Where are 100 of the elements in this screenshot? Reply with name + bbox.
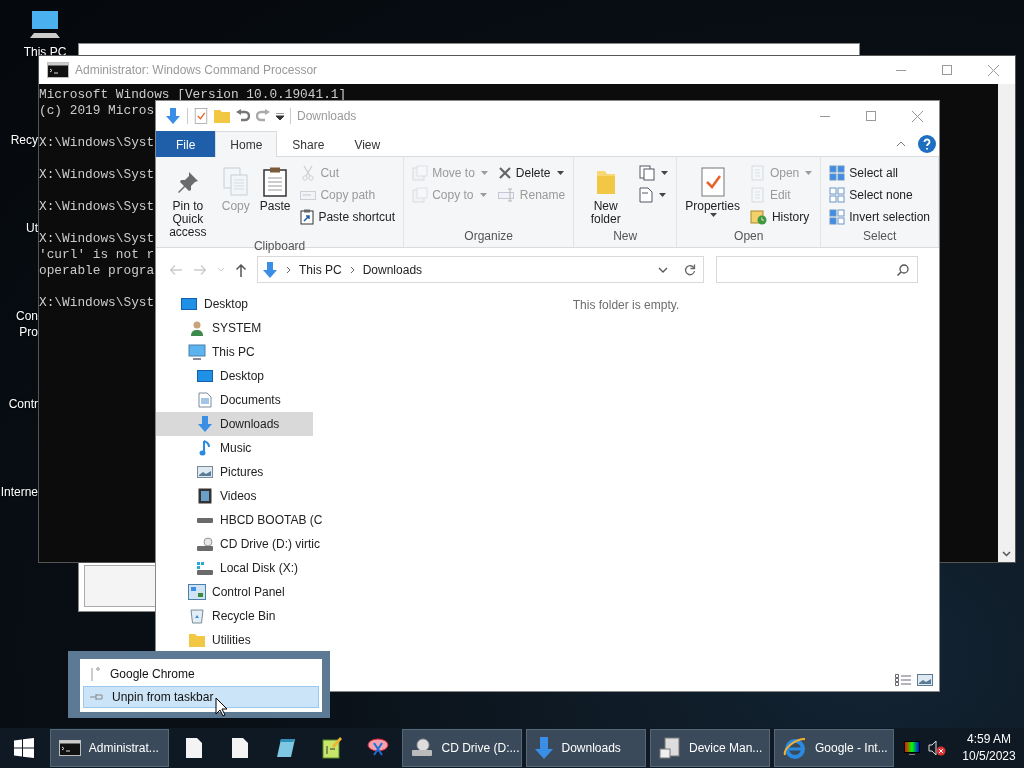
checkmark-document-icon: [699, 167, 726, 197]
breadcrumb-item[interactable]: This PC: [299, 262, 342, 277]
desktop-icon-label: Ut: [26, 220, 38, 236]
maximize-icon[interactable]: [942, 65, 952, 75]
edit-icon: [749, 187, 766, 203]
refresh-button[interactable]: [676, 256, 704, 283]
select-none-icon: [829, 187, 846, 203]
search-field[interactable]: [716, 256, 918, 283]
menu-item[interactable]: Google Chrome: [83, 663, 319, 685]
desktop-icon-label: Recy: [10, 132, 38, 148]
dropdown-caret-icon[interactable]: [658, 266, 668, 273]
maximize-icon[interactable]: [866, 111, 876, 121]
menu-item-label: Unpin from taskbar: [112, 690, 214, 704]
ribbon-tab[interactable]: Share: [277, 131, 340, 157]
console-line: X:\Windows\Syst: [39, 199, 155, 215]
download-arrow-icon: [165, 108, 181, 124]
copy-to-icon: [412, 187, 429, 203]
help-icon[interactable]: [918, 134, 936, 153]
dropdown-caret-icon: [805, 171, 813, 175]
navigation-item[interactable]: Downloads: [156, 412, 313, 436]
film-icon: [198, 488, 212, 504]
redo-icon[interactable]: [256, 109, 270, 123]
taskbar-button[interactable]: Downloads: [526, 729, 646, 767]
collapse-ribbon-icon[interactable]: [896, 140, 906, 147]
navigation-item[interactable]: Documents: [156, 388, 313, 412]
navigation-item[interactable]: Videos: [156, 484, 313, 508]
console-line: 'curl' is not r: [39, 247, 155, 263]
navigation-item[interactable]: Music: [156, 436, 313, 460]
ribbon-button[interactable]: Select all: [825, 162, 934, 184]
color-display-icon[interactable]: [904, 741, 920, 755]
navigation-item[interactable]: Utilities: [156, 628, 313, 652]
command-prompt-icon: [58, 740, 81, 756]
desktop-icon-label: Pro: [19, 324, 38, 340]
scroll-down-icon[interactable]: [1002, 551, 1011, 557]
notepad-pencil-icon: [321, 737, 342, 759]
command-prompt-icon: [47, 62, 69, 78]
navigation-item[interactable]: Pictures: [156, 460, 313, 484]
navigation-item[interactable]: Desktop: [156, 364, 313, 388]
console-line: (c) 2019 Micros: [39, 103, 155, 119]
windows-logo-icon: [13, 738, 34, 758]
ribbon-button[interactable]: Delete: [493, 162, 570, 184]
copy-path-icon: [300, 189, 317, 201]
ribbon-tab[interactable]: Home: [215, 131, 278, 157]
breadcrumb-item[interactable]: Downloads: [362, 262, 423, 277]
close-icon[interactable]: [912, 110, 923, 122]
dropdown-caret-icon: [661, 171, 669, 175]
customize-caret-icon[interactable]: [276, 112, 284, 120]
pin-icon: [90, 666, 102, 682]
large-icons-view-icon[interactable]: [917, 674, 933, 686]
ribbon-button[interactable]: Paste: [255, 160, 295, 239]
menu-item-label: Google Chrome: [110, 667, 195, 681]
navigation-item[interactable]: This PC: [156, 340, 313, 364]
navigation-item[interactable]: Desktop: [156, 292, 313, 316]
ribbon-button[interactable]: Select none: [825, 184, 934, 206]
ribbon-button[interactable]: New folder: [578, 160, 634, 229]
desktop-icon-label: This PC: [23, 44, 67, 60]
checkmark-document-icon: [194, 108, 208, 124]
open-icon: [749, 165, 766, 181]
details-view-icon[interactable]: [895, 674, 911, 686]
control-panel-icon: [188, 584, 206, 600]
taskbar-button[interactable]: Google - Int...: [773, 729, 894, 767]
navigation-item[interactable]: Control Panel: [156, 580, 313, 604]
menu-item[interactable]: Unpin from taskbar: [83, 686, 319, 708]
scrollbar[interactable]: [998, 84, 1015, 562]
dropdown-caret-icon: [480, 171, 488, 175]
muted-speaker-icon[interactable]: [928, 740, 946, 756]
navigation-item[interactable]: CD Drive (D:) virtic: [156, 532, 324, 556]
navigation-item[interactable]: SYSTEM: [156, 316, 313, 340]
desktop-icon: [197, 369, 213, 383]
undo-icon[interactable]: [236, 109, 250, 123]
address-bar[interactable]: This PC Downloads: [257, 256, 677, 283]
ribbon-button[interactable]: Invert selection: [825, 206, 934, 228]
console-line: X:\Windows\Syst: [39, 295, 155, 311]
recycle-bin-icon: [189, 608, 205, 624]
clock[interactable]: 4:59 AM 10/5/2023: [954, 731, 1024, 765]
easy-access-icon: [639, 187, 654, 203]
taskbar-button[interactable]: CD Drive (D:...: [402, 729, 523, 767]
invert-selection-icon: [829, 209, 846, 225]
ribbon-button[interactable]: Paste shortcut: [296, 206, 400, 228]
navigation-item[interactable]: Local Disk (X:): [156, 556, 313, 580]
navigation-item[interactable]: HBCD BOOTAB (C: [156, 508, 327, 532]
window-title: Administrator: Windows Command Processor: [75, 63, 319, 77]
taskbar-button[interactable]: Administrat...: [49, 729, 170, 767]
document-icon: [198, 392, 212, 408]
ribbon-tab[interactable]: File: [156, 131, 216, 157]
navigation-item[interactable]: Recycle Bin: [156, 604, 313, 628]
ribbon-button[interactable]: Properties: [681, 160, 744, 229]
up-arrow-icon[interactable]: [235, 262, 247, 277]
ribbon-button[interactable]: Pin to Quick access: [160, 160, 216, 239]
device-manager-icon: [658, 737, 681, 759]
unpin-icon: [90, 693, 104, 701]
clipboard-icon: [263, 167, 288, 197]
ribbon-group-label: Select: [861, 229, 898, 245]
close-icon[interactable]: [988, 64, 999, 76]
taskbar-button[interactable]: Device Man...: [649, 729, 770, 767]
move-icon: [412, 165, 429, 181]
computer-icon[interactable]: [28, 10, 62, 40]
search-icon: [897, 263, 909, 276]
ribbon-tab[interactable]: View: [339, 131, 396, 157]
ribbon-button[interactable]: History: [745, 206, 817, 228]
